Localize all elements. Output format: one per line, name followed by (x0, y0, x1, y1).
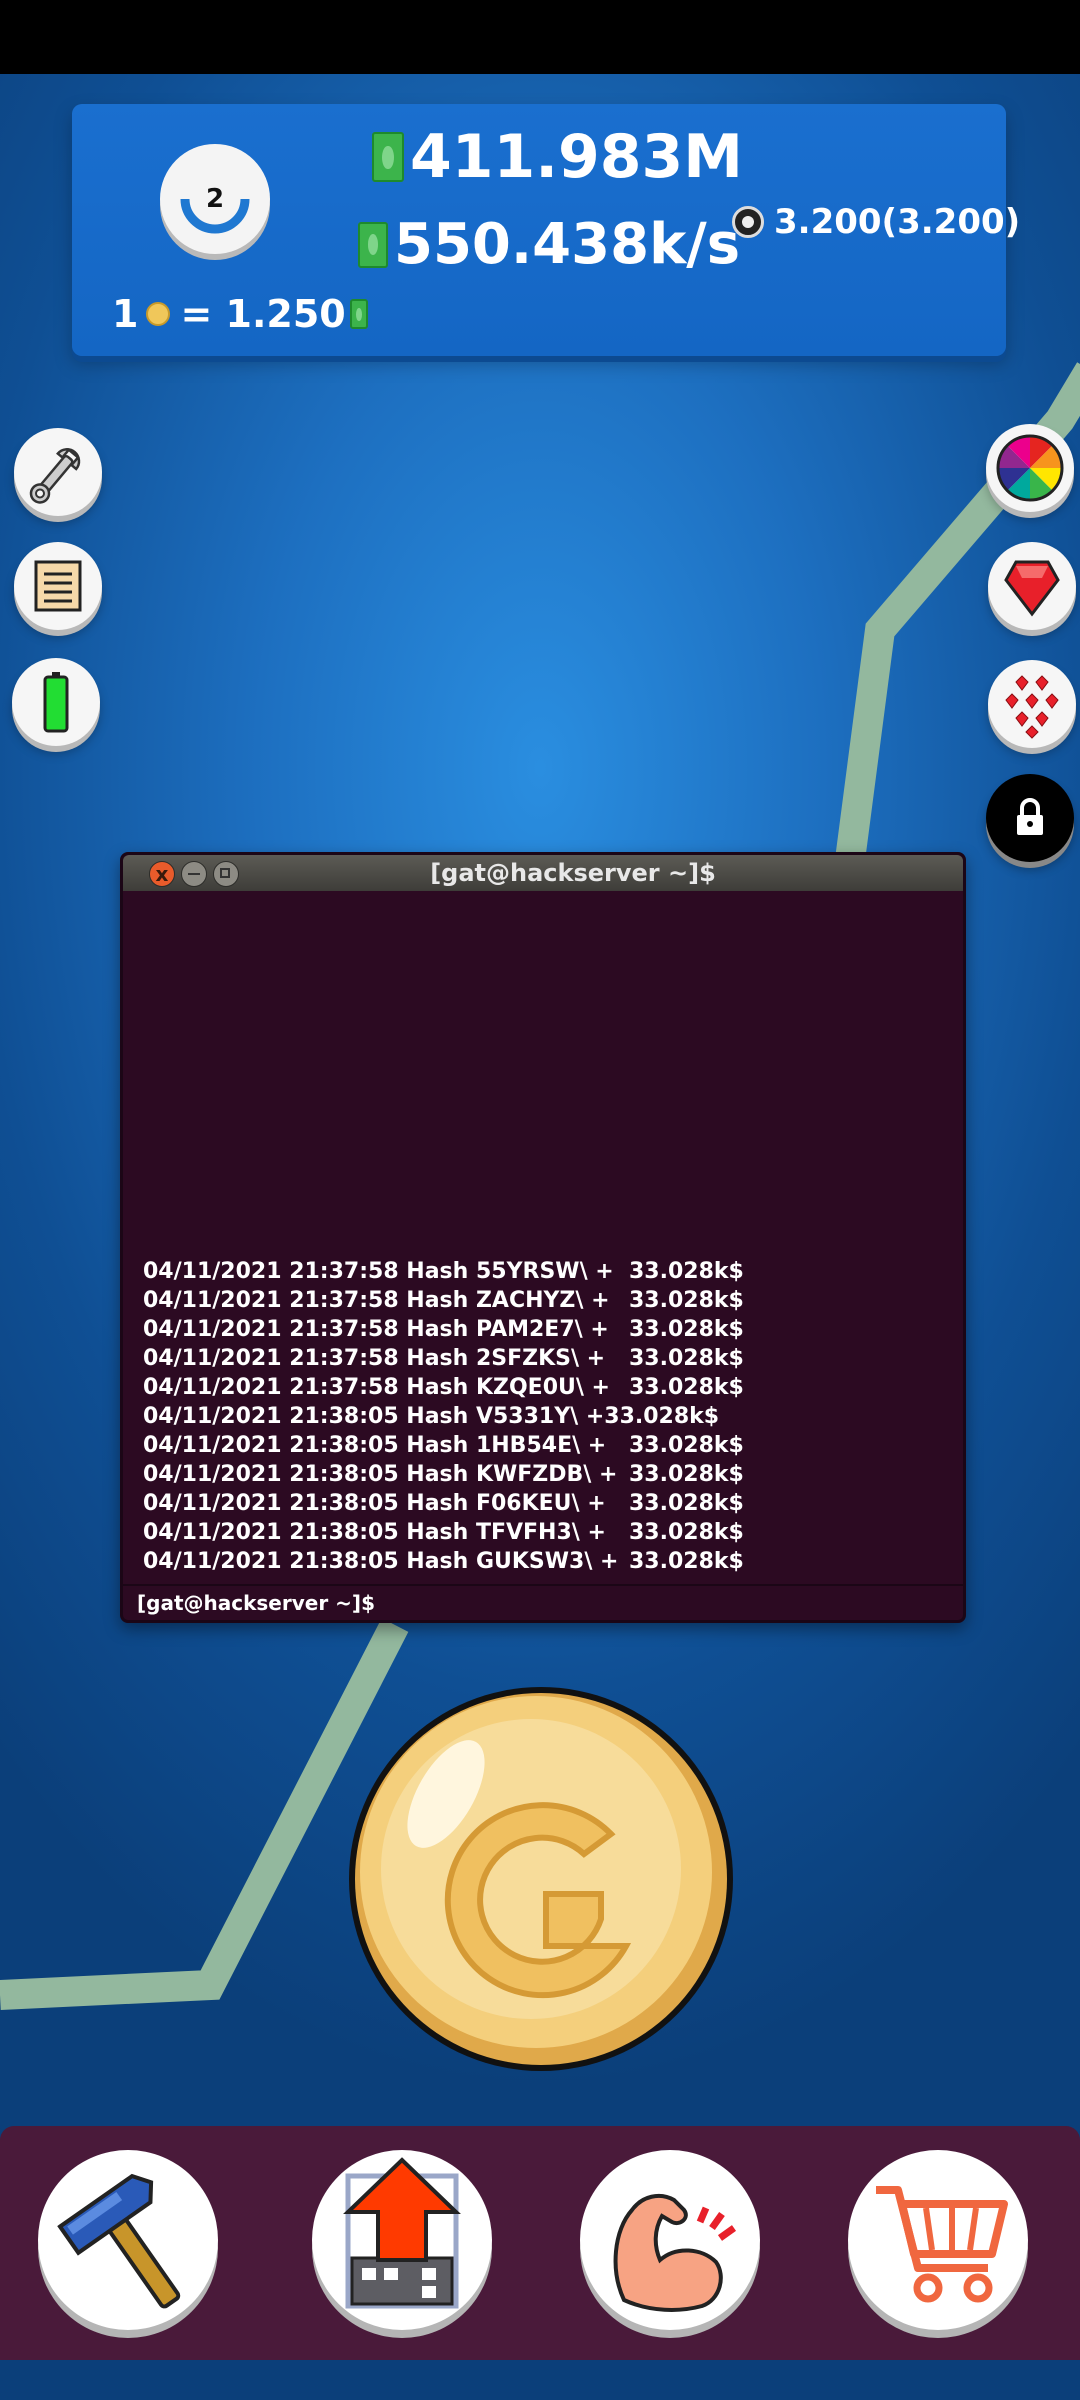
multiplier: 3.200(3.200) (732, 202, 1020, 242)
cash-icon (372, 132, 404, 182)
log-line: 04/11/2021 21:38:05 Hash TFVFH3\ +33.028… (143, 1520, 744, 1545)
ruby-button[interactable] (988, 542, 1076, 630)
multiplier-value: 3.200(3.200) (774, 202, 1021, 242)
energy-button[interactable] (12, 658, 100, 746)
muscle-icon (613, 2193, 737, 2312)
tools-button[interactable] (14, 428, 102, 516)
exchange-rate: 1 = 1.250 (112, 292, 374, 336)
log-line: 04/11/2021 21:37:58 Hash 2SFZKS\ +33.028… (143, 1346, 744, 1371)
multiplier-icon (732, 206, 764, 238)
log-line: 04/11/2021 21:38:05 Hash F06KEU\ +33.028… (143, 1491, 744, 1516)
color-wheel-icon (996, 434, 1064, 502)
log-line: 04/11/2021 21:38:05 Hash GUKSW3\ +33.028… (143, 1549, 744, 1574)
battery-icon (43, 672, 69, 733)
log-line: 04/11/2021 21:37:58 Hash PAM2E7\ +33.028… (143, 1317, 744, 1342)
terminal-prompt[interactable]: [gat@hackserver ~]$ (137, 1591, 375, 1615)
level-number: 2 (205, 184, 225, 214)
log-line: 04/11/2021 21:37:58 Hash 55YRSW\ +33.028… (143, 1259, 744, 1284)
terminal-log: 04/11/2021 21:37:58 Hash 55YRSW\ +33.028… (143, 1257, 943, 1576)
log-button[interactable] (14, 542, 102, 630)
log-line: 04/11/2021 21:38:05 Hash KWFZDB\ +33.028… (143, 1462, 744, 1487)
money-total: 411.983M (372, 122, 743, 192)
exchange-amount: 1 (112, 292, 139, 336)
gems-icon (1005, 675, 1059, 739)
stats-header: 2 411.983M 550.438k/s 3.200(3.200) 1 = 1… (72, 104, 1020, 356)
ruby-icon (1004, 560, 1060, 617)
log-line: 04/11/2021 21:37:58 Hash KZQE0U\ +33.028… (143, 1375, 744, 1400)
log-line: 04/11/2021 21:38:05 Hash V5331Y\ +33.028… (143, 1404, 720, 1429)
log-line: 04/11/2021 21:38:05 Hash 1HB54E\ +33.028… (143, 1433, 744, 1458)
color-wheel-button[interactable] (986, 424, 1074, 512)
nav-upgrade-button[interactable] (312, 2150, 492, 2330)
lock-icon (1017, 798, 1043, 835)
hammer-icon (57, 2173, 181, 2309)
nav-shop-button[interactable] (848, 2150, 1028, 2330)
nav-boost-button[interactable] (580, 2150, 760, 2330)
terminal-divider (123, 1584, 963, 1586)
notes-icon (34, 560, 82, 612)
mine-coin-button[interactable] (346, 1684, 736, 2074)
lock-button[interactable] (986, 774, 1074, 862)
cash-icon (358, 221, 388, 268)
money-total-value: 411.983M (410, 122, 743, 192)
money-rate: 550.438k/s (358, 212, 740, 277)
exchange-value: = 1.250 (180, 292, 346, 336)
log-line: 04/11/2021 21:37:58 Hash ZACHYZ\ +33.028… (143, 1288, 744, 1313)
nav-mine-button[interactable] (38, 2150, 218, 2330)
gems-button[interactable] (988, 660, 1076, 748)
coin-icon (146, 302, 171, 326)
terminal-titlebar: x [gat@hackserver ~]$ (123, 855, 963, 891)
cash-icon (349, 299, 368, 329)
level-badge[interactable]: 2 (160, 144, 270, 254)
terminal-window: x [gat@hackserver ~]$ 04/11/2021 21:37:5… (120, 852, 966, 1623)
money-rate-value: 550.438k/s (394, 212, 741, 277)
terminal-title: [gat@hackserver ~]$ (430, 859, 716, 887)
upgrade-building-icon (343, 2157, 461, 2309)
wrench-icon (29, 447, 81, 504)
cart-icon (876, 2186, 1008, 2303)
